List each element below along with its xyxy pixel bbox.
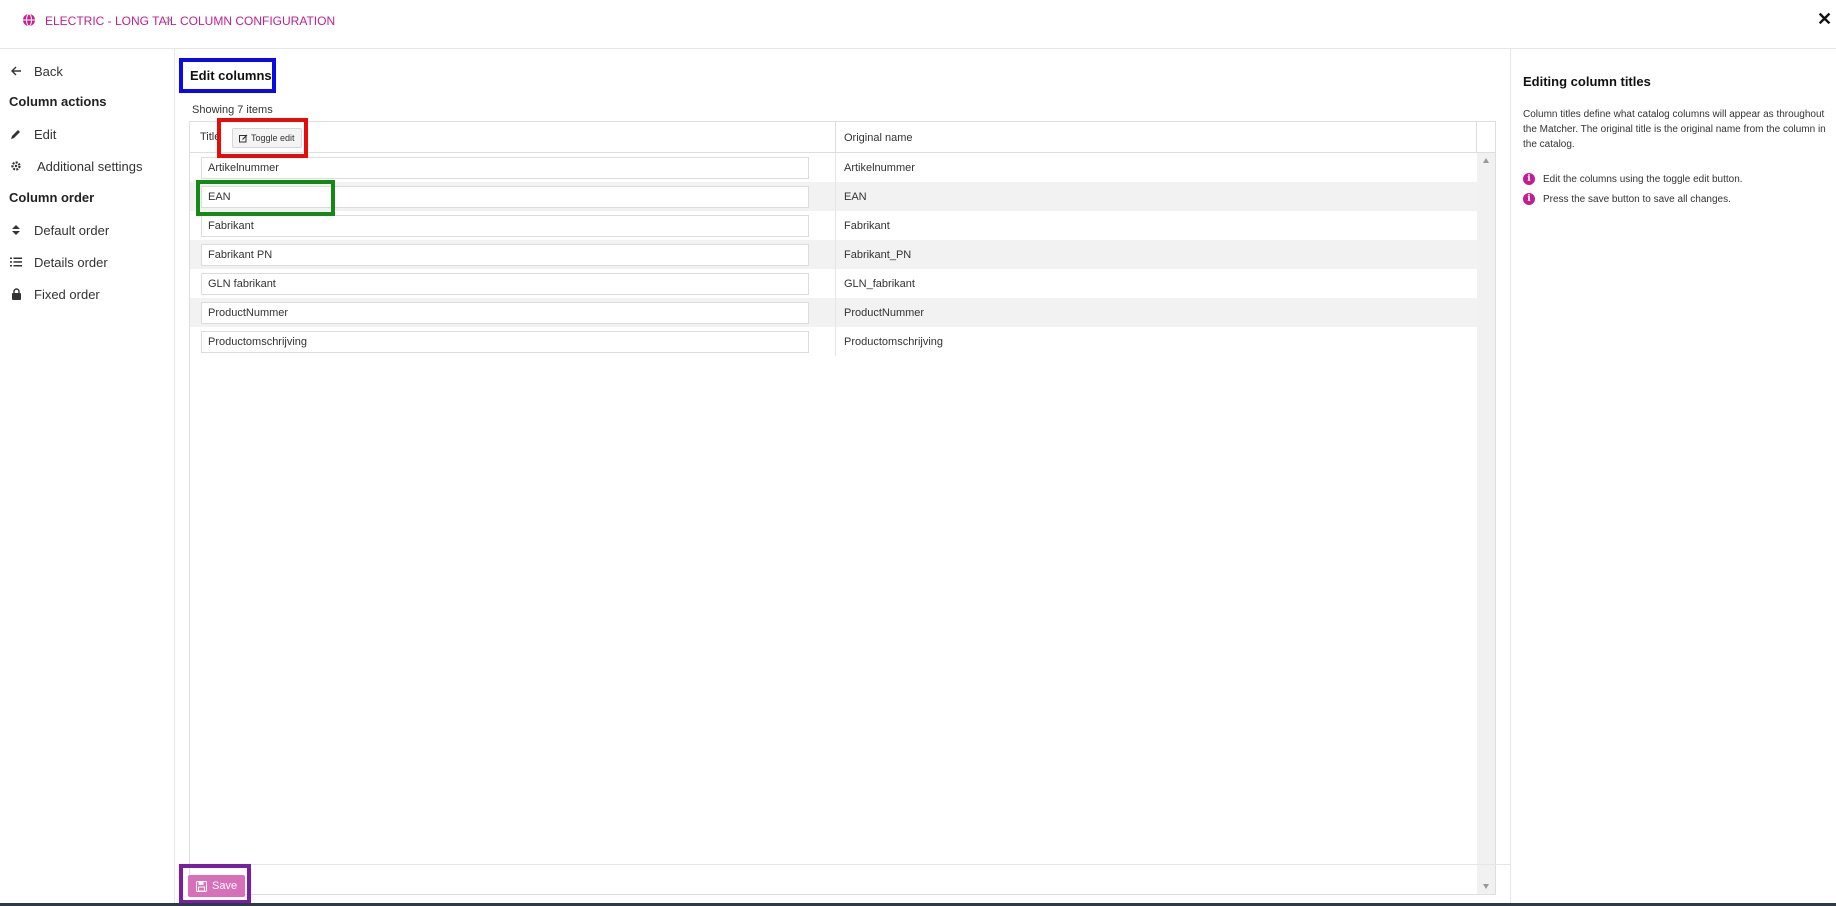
help-description: Column titles define what catalog column… bbox=[1523, 109, 1826, 150]
breadcrumb-project[interactable]: ELECTRIC - LONG TAIL bbox=[45, 14, 177, 28]
column-divider bbox=[835, 298, 836, 327]
column-divider bbox=[1476, 122, 1477, 153]
grid-scrollbar[interactable] bbox=[1477, 153, 1495, 894]
save-button[interactable]: Save bbox=[188, 875, 246, 897]
title-input[interactable] bbox=[201, 215, 809, 237]
table-row: Productomschrijving bbox=[190, 327, 1477, 356]
column-header-title[interactable]: Title bbox=[200, 131, 220, 143]
footer-divider bbox=[189, 864, 1510, 865]
column-divider bbox=[835, 182, 836, 211]
arrow-left-icon bbox=[9, 64, 23, 78]
page-title: Edit columns bbox=[190, 68, 272, 83]
title-input[interactable] bbox=[201, 244, 809, 266]
column-actions-heading: Column actions bbox=[9, 94, 107, 109]
table-row: Artikelnummer bbox=[190, 153, 1477, 182]
sidebar-item-default-order[interactable]: Default order bbox=[9, 219, 109, 241]
info-icon: i bbox=[1523, 173, 1535, 185]
table-row: ProductNummer bbox=[190, 298, 1477, 327]
help-title: Editing column titles bbox=[1523, 74, 1651, 89]
info-icon: i bbox=[1523, 193, 1535, 205]
scroll-down-icon[interactable] bbox=[1483, 884, 1489, 889]
help-tip-text: Edit the columns using the toggle edit b… bbox=[1543, 173, 1743, 185]
toggle-edit-label: Toggle edit bbox=[251, 133, 295, 143]
column-divider bbox=[835, 240, 836, 269]
original-name-cell: Productomschrijving bbox=[844, 336, 944, 348]
sidebar-item-details-order[interactable]: Details order bbox=[9, 251, 108, 273]
sidebar-item-label: Details order bbox=[34, 254, 108, 270]
column-divider bbox=[835, 122, 836, 153]
breadcrumb-current: COLUMN CONFIGURATION bbox=[180, 14, 336, 28]
help-tip: i Edit the columns using the toggle edit… bbox=[1523, 173, 1743, 185]
sidebar-item-edit[interactable]: Edit bbox=[9, 123, 56, 145]
column-header-original-name[interactable]: Original name bbox=[844, 132, 912, 144]
column-divider bbox=[835, 327, 836, 356]
scroll-up-icon[interactable] bbox=[1483, 158, 1489, 163]
sidebar-item-label: Fixed order bbox=[34, 286, 100, 302]
help-tip: i Press the save button to save all chan… bbox=[1523, 193, 1731, 205]
globe-icon bbox=[22, 13, 36, 27]
toggle-edit-button[interactable]: Toggle edit bbox=[232, 128, 302, 148]
original-name-cell: Fabrikant bbox=[844, 220, 890, 232]
pencil-icon bbox=[9, 127, 23, 141]
title-input[interactable] bbox=[201, 186, 809, 208]
title-input[interactable] bbox=[201, 331, 809, 353]
back-button[interactable]: Back bbox=[9, 60, 63, 82]
grid-rows: Artikelnummer EAN Fabrikant Fabrikant_PN bbox=[190, 153, 1477, 356]
floppy-disk-icon bbox=[196, 880, 207, 892]
title-input[interactable] bbox=[201, 273, 809, 295]
list-icon bbox=[9, 255, 23, 269]
save-label: Save bbox=[212, 880, 238, 892]
edit-square-icon bbox=[239, 134, 248, 143]
original-name-cell: Fabrikant_PN bbox=[844, 249, 912, 261]
sidebar-item-fixed-order[interactable]: Fixed order bbox=[9, 283, 100, 305]
lock-icon bbox=[9, 287, 23, 301]
column-divider bbox=[835, 211, 836, 240]
table-row: EAN bbox=[190, 182, 1477, 211]
help-tip-text: Press the save button to save all change… bbox=[1543, 193, 1731, 205]
column-divider bbox=[835, 269, 836, 298]
item-count: Showing 7 items bbox=[192, 104, 273, 116]
table-row: Fabrikant bbox=[190, 211, 1477, 240]
sidebar-item-label: Default order bbox=[34, 222, 110, 238]
help-panel: Editing column titles Column titles defi… bbox=[1510, 49, 1836, 906]
title-input[interactable] bbox=[201, 302, 809, 324]
gear-icon bbox=[9, 159, 23, 173]
sidebar-item-additional-settings[interactable]: Additional settings bbox=[9, 155, 143, 177]
columns-grid: Title Toggle edit Original name Artikeln… bbox=[189, 121, 1496, 895]
title-input[interactable] bbox=[201, 157, 809, 179]
main-content: Edit columns Showing 7 items Title Toggl… bbox=[176, 49, 1510, 906]
column-order-heading: Column order bbox=[9, 190, 95, 205]
column-divider bbox=[835, 153, 836, 182]
grid-header: Title Toggle edit Original name bbox=[190, 122, 1495, 153]
table-row: Fabrikant_PN bbox=[190, 240, 1477, 269]
sidebar: Back Column actions Edit Additional sett… bbox=[0, 49, 175, 906]
breadcrumb-separator: > bbox=[165, 13, 173, 27]
top-bar: ELECTRIC - LONG TAIL > COLUMN CONFIGURAT… bbox=[0, 0, 1836, 49]
sidebar-item-label: Edit bbox=[34, 126, 57, 142]
original-name-cell: GLN_fabrikant bbox=[844, 278, 915, 290]
back-label: Back bbox=[34, 63, 63, 79]
table-row: GLN_fabrikant bbox=[190, 269, 1477, 298]
sidebar-item-label: Additional settings bbox=[37, 158, 143, 174]
original-name-cell: EAN bbox=[844, 191, 867, 203]
original-name-cell: Artikelnummer bbox=[844, 162, 915, 174]
sort-icon bbox=[9, 223, 23, 237]
close-icon[interactable]: ✕ bbox=[1817, 9, 1832, 30]
original-name-cell: ProductNummer bbox=[844, 307, 925, 319]
